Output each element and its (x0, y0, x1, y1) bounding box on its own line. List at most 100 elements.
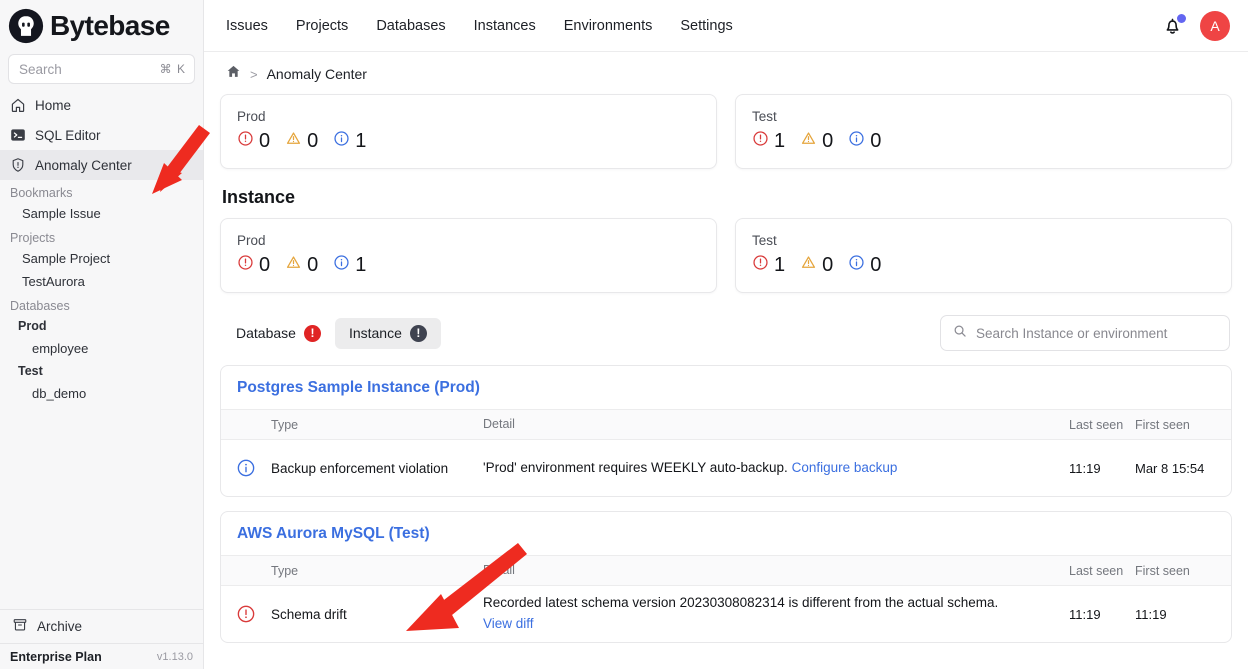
warning-triangle-icon (285, 254, 302, 276)
search-input[interactable]: Search Instance or environment (940, 315, 1230, 351)
tab-instances[interactable]: Instances (474, 18, 536, 34)
instance-card-title: Prod (237, 233, 266, 248)
sidebar-item-employee[interactable]: employee (0, 337, 203, 360)
first-seen-value: 11:19 (1135, 606, 1167, 622)
info-count-group: 1 (333, 254, 366, 276)
warning-count-group: 0 (800, 130, 833, 152)
sidebar-item-sample-project[interactable]: Sample Project (0, 247, 203, 270)
view-diff-link[interactable]: View diff (483, 614, 1069, 635)
anomaly-table-aurora: AWS Aurora MySQL (Test) Type Detail Last… (220, 511, 1232, 643)
critical-count: 1 (774, 130, 786, 152)
tab-environments[interactable]: Environments (564, 18, 653, 34)
search-icon (953, 324, 967, 343)
error-circle-icon (752, 254, 769, 276)
sidebar-item-sql-editor[interactable]: SQL Editor (0, 120, 203, 150)
tab-instance[interactable]: Instance ! (334, 317, 441, 349)
search-placeholder: Search Instance or environment (976, 325, 1168, 341)
plan-name: Enterprise Plan (10, 649, 102, 664)
tab-settings[interactable]: Settings (680, 18, 732, 34)
anomaly-type: Backup enforcement violation (271, 460, 449, 476)
tab-projects[interactable]: Projects (296, 18, 348, 34)
env-card-title: Prod (237, 109, 266, 124)
sidebar-item-db-demo[interactable]: db_demo (0, 382, 203, 405)
sidebar-item-label: Anomaly Center (35, 157, 132, 173)
bytebase-logo-icon (8, 8, 44, 44)
instance-card-prod[interactable]: Prod 0 0 1 (220, 218, 717, 293)
info-count-group: 0 (848, 130, 881, 152)
sidebar-search-input[interactable]: Search ⌘ K (8, 54, 195, 84)
detail-column-header: Detail (483, 416, 515, 431)
archive-icon (12, 617, 28, 636)
home-icon[interactable] (226, 64, 241, 84)
table-row[interactable]: Schema drift Recorded latest schema vers… (221, 586, 1231, 642)
sidebar-plan-row: Enterprise Plan v1.13.0 (0, 643, 203, 669)
brand-name: Bytebase (50, 10, 170, 41)
critical-count-group: 0 (237, 254, 270, 276)
instance-card-counts: 1 0 0 (752, 254, 1215, 276)
warning-triangle-icon (800, 130, 817, 152)
error-circle-icon (237, 130, 254, 152)
warning-count-group: 0 (285, 130, 318, 152)
tab-label: Instance (348, 325, 402, 341)
env-card-counts: 1 0 0 (752, 130, 1215, 152)
info-circle-icon (848, 130, 865, 152)
sidebar-item-sample-issue[interactable]: Sample Issue (0, 202, 203, 225)
tab-databases[interactable]: Databases (376, 18, 445, 34)
sidebar-item-label: Archive (37, 619, 83, 634)
topbar-right: A (1162, 10, 1230, 41)
env-card-test[interactable]: Test 1 0 0 (735, 94, 1232, 169)
info-count-group: 1 (333, 130, 366, 152)
last-seen-column-header: Last seen (1069, 563, 1124, 578)
warning-count-group: 0 (800, 254, 833, 276)
warning-triangle-icon (285, 130, 302, 152)
anomaly-table-postgres: Postgres Sample Instance (Prod) Type Det… (220, 365, 1232, 497)
error-circle-icon (752, 130, 769, 152)
table-header-row: Type Detail Last seen First seen (221, 555, 1231, 586)
main-area: Issues Projects Databases Instances Envi… (204, 0, 1248, 669)
error-circle-icon (221, 604, 271, 624)
instance-title-link[interactable]: Postgres Sample Instance (Prod) (221, 366, 1231, 409)
configure-backup-link[interactable]: Configure backup (792, 460, 898, 475)
anomaly-type: Schema drift (271, 606, 347, 622)
avatar[interactable]: A (1200, 10, 1230, 41)
warning-count-group: 0 (285, 254, 318, 276)
database-alert-badge: ! (303, 324, 321, 342)
info-count: 1 (355, 130, 367, 152)
instance-card-counts: 0 0 1 (237, 254, 700, 276)
instance-card-test[interactable]: Test 1 0 0 (735, 218, 1232, 293)
warning-count: 0 (307, 130, 319, 152)
sidebar-item-testaurora[interactable]: TestAurora (0, 270, 203, 293)
sidebar-db-env-prod: Prod (18, 319, 47, 333)
anomaly-detail-text: 'Prod' environment requires WEEKLY auto-… (483, 459, 788, 475)
info-count: 0 (870, 254, 882, 276)
bell-icon[interactable] (1162, 13, 1186, 37)
sidebar-group-label-projects: Projects (10, 231, 56, 245)
warning-count: 0 (822, 130, 834, 152)
plan-version: v1.13.0 (156, 650, 193, 663)
critical-count: 0 (259, 254, 271, 276)
info-count-group: 0 (848, 254, 881, 276)
tab-issues[interactable]: Issues (226, 18, 268, 34)
first-seen-column-header: First seen (1135, 563, 1190, 578)
table-header-row: Type Detail Last seen First seen (221, 409, 1231, 440)
critical-count-group: 1 (752, 130, 785, 152)
env-card-prod[interactable]: Prod 0 0 1 (220, 94, 717, 169)
last-seen-column-header: Last seen (1069, 417, 1124, 432)
env-card-title: Test (752, 109, 777, 124)
sidebar-item-anomaly-center[interactable]: Anomaly Center (0, 150, 203, 180)
warning-count: 0 (822, 254, 834, 276)
sidebar-group-label-bookmarks: Bookmarks (10, 186, 73, 200)
anomaly-tabs-row: Database ! Instance ! Search Instance or… (220, 315, 1232, 351)
table-row[interactable]: Backup enforcement violation 'Prod' envi… (221, 440, 1231, 496)
type-column-header: Type (271, 417, 299, 432)
sidebar-group-label-databases: Databases (10, 299, 70, 313)
first-seen-value: Mar 8 15:54 (1135, 460, 1205, 476)
brand-logo[interactable]: Bytebase (0, 0, 203, 52)
tab-database[interactable]: Database ! (222, 318, 335, 349)
sidebar-db-env-test: Test (18, 364, 43, 378)
notification-badge-dot (1177, 13, 1186, 23)
instance-title-link[interactable]: AWS Aurora MySQL (Test) (221, 512, 1231, 555)
sidebar-item-home[interactable]: Home (0, 90, 203, 120)
breadcrumb: > Anomaly Center (220, 52, 1232, 94)
sidebar-item-archive[interactable]: Archive (0, 609, 203, 643)
